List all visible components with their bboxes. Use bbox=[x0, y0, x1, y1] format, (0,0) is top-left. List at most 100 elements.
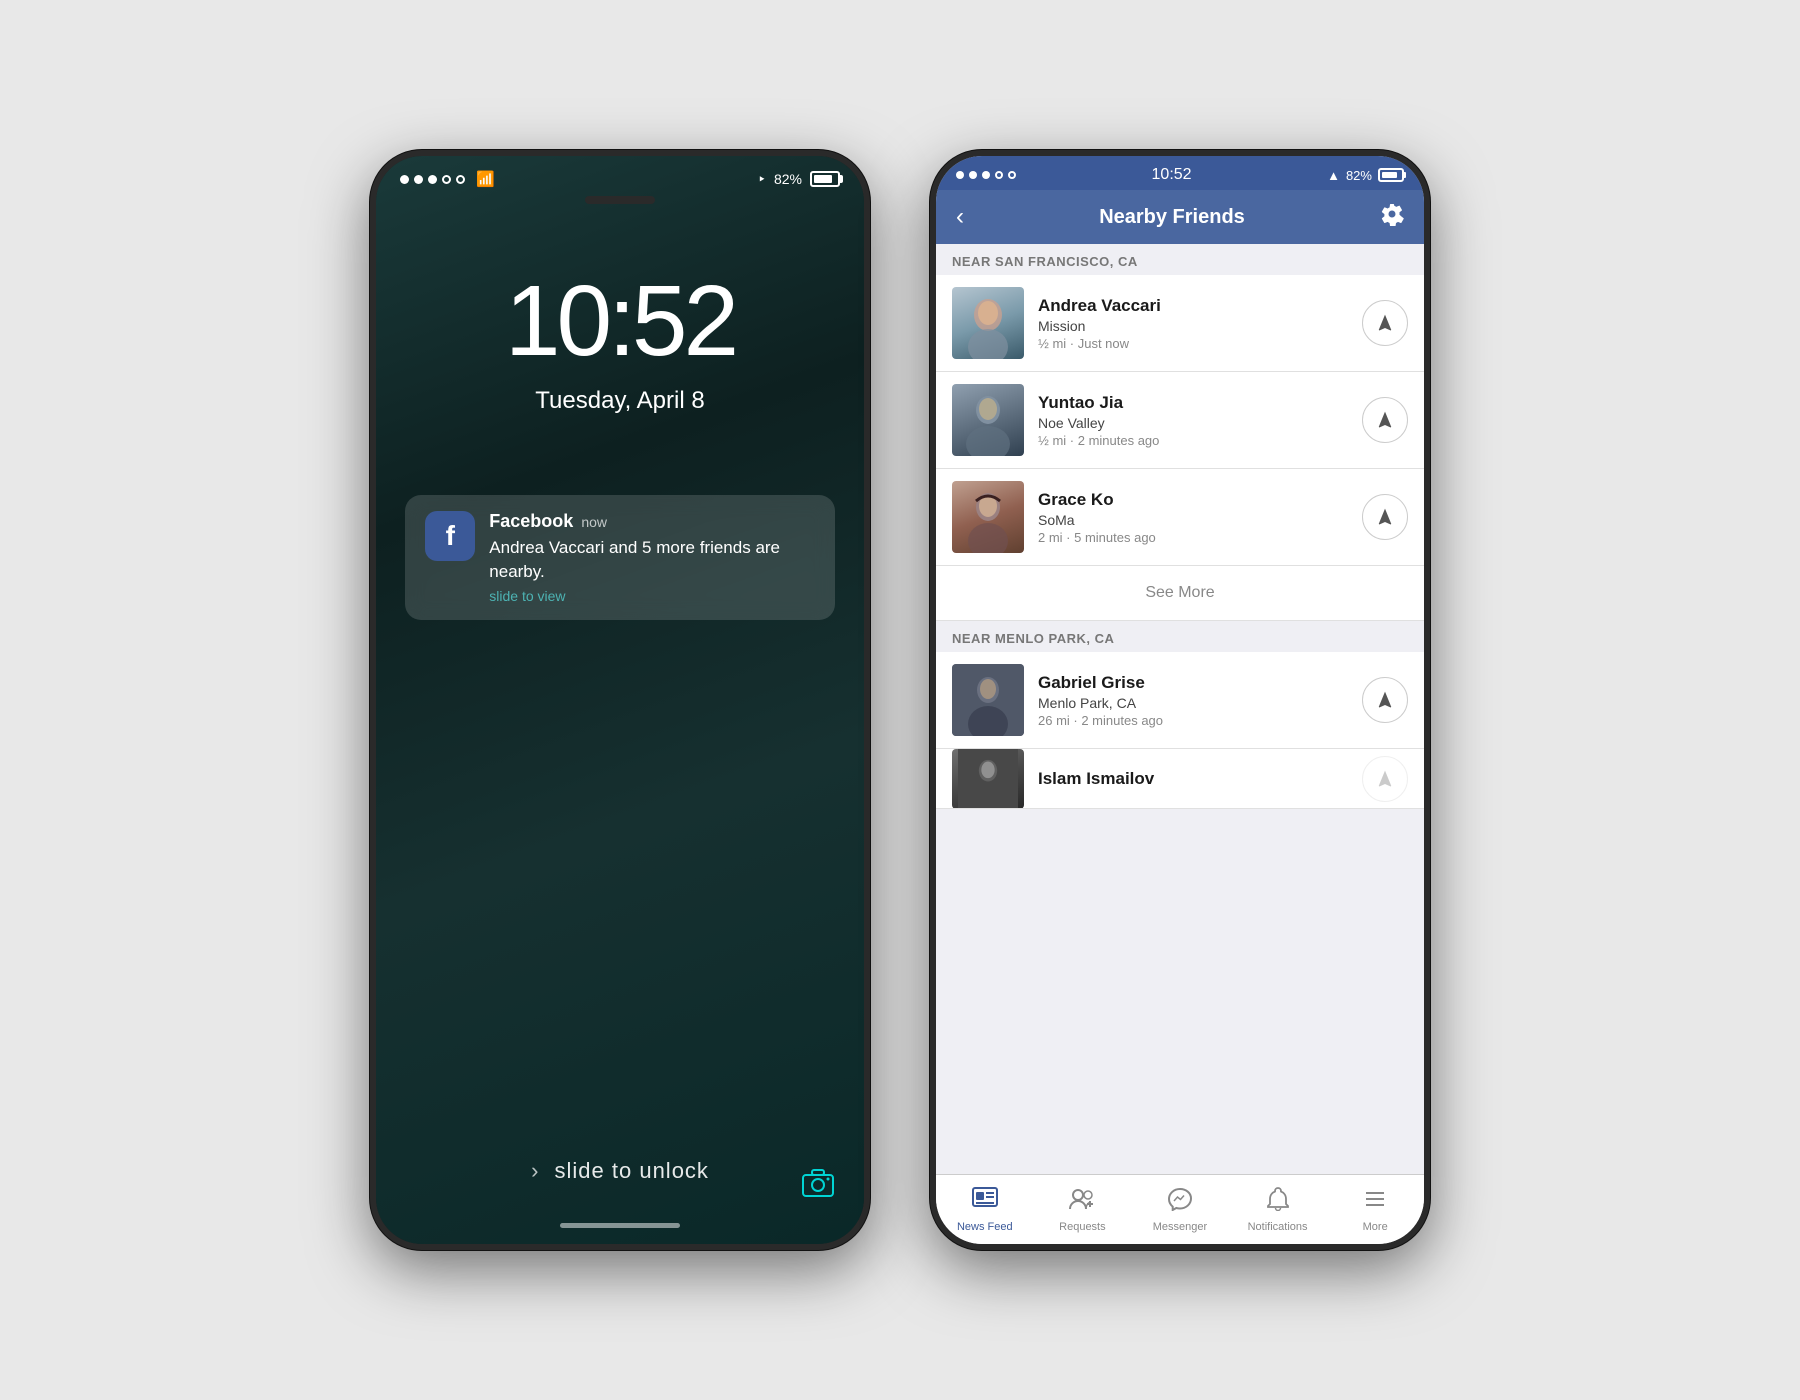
friend-name-grace: Grace Ko bbox=[1038, 490, 1348, 510]
friend-avatar-yuntao bbox=[952, 384, 1024, 456]
friend-name-yuntao: Yuntao Jia bbox=[1038, 393, 1348, 413]
app-battery-bar bbox=[1378, 168, 1404, 182]
navigate-button-gabriel[interactable] bbox=[1362, 677, 1408, 723]
tab-messenger[interactable]: Messenger bbox=[1131, 1175, 1229, 1244]
battery-fill bbox=[814, 175, 832, 183]
lock-right-status: ‣ 82% bbox=[758, 171, 840, 188]
friend-name-islam: Islam Ismailov bbox=[1038, 769, 1348, 789]
friend-info-andrea: Andrea Vaccari Mission ½ mi · Just now bbox=[1038, 296, 1348, 351]
app-dot-2 bbox=[969, 171, 977, 179]
tab-requests-label: Requests bbox=[1059, 1221, 1105, 1233]
back-button[interactable]: ‹ bbox=[956, 203, 964, 231]
signal-dot-4 bbox=[442, 175, 451, 184]
friend-avatar-andrea bbox=[952, 287, 1024, 359]
slide-to-unlock[interactable]: › slide to unlock bbox=[376, 1158, 864, 1184]
lock-status-bar: 📶 ‣ 82% bbox=[376, 156, 864, 196]
navbar: ‹ Nearby Friends bbox=[936, 190, 1424, 244]
app-dot-5 bbox=[1008, 171, 1016, 179]
facebook-f-letter: f bbox=[446, 520, 455, 552]
tab-requests[interactable]: Requests bbox=[1034, 1175, 1132, 1244]
friend-distance-grace: 2 mi · 5 minutes ago bbox=[1038, 530, 1348, 545]
signal-dot-5 bbox=[456, 175, 465, 184]
notification-body: Andrea Vaccari and 5 more friends are ne… bbox=[489, 536, 814, 584]
speaker-pill bbox=[585, 196, 655, 204]
app-battery-fill bbox=[1382, 172, 1397, 178]
tab-bar: News Feed Requests bbox=[936, 1174, 1424, 1244]
battery-percent: 82% bbox=[774, 171, 802, 187]
app-battery-percent: 82% bbox=[1346, 168, 1372, 183]
facebook-app-icon: f bbox=[425, 511, 475, 561]
app-signal-dots bbox=[956, 171, 1016, 179]
see-more-button[interactable]: See More bbox=[936, 566, 1424, 621]
friend-name-andrea: Andrea Vaccari bbox=[1038, 296, 1348, 316]
app-content: NEAR SAN FRANCISCO, CA Andrea Vaccari Mi… bbox=[936, 244, 1424, 1174]
app-dot-3 bbox=[982, 171, 990, 179]
newsfeed-icon bbox=[972, 1187, 998, 1218]
friend-avatar-islam bbox=[952, 749, 1024, 809]
friend-distance-yuntao: ½ mi · 2 minutes ago bbox=[1038, 433, 1348, 448]
friend-location-yuntao: Noe Valley bbox=[1038, 415, 1348, 431]
tab-notifications[interactable]: Notifications bbox=[1229, 1175, 1327, 1244]
friend-location-andrea: Mission bbox=[1038, 318, 1348, 334]
friend-info-islam: Islam Ismailov bbox=[1038, 769, 1348, 789]
lock-screen-phone: 📶 ‣ 82% 10:52 Tuesday, April 8 f Faceboo… bbox=[370, 150, 870, 1250]
friend-distance-gabriel: 26 mi · 2 minutes ago bbox=[1038, 713, 1348, 728]
app-status-right: ▲ 82% bbox=[1327, 168, 1404, 183]
friend-item-andrea[interactable]: Andrea Vaccari Mission ½ mi · Just now bbox=[936, 275, 1424, 372]
tab-newsfeed-label: News Feed bbox=[957, 1221, 1013, 1233]
app-screen: 10:52 ▲ 82% ‹ Nearby Friends NEAR SAN FR… bbox=[936, 156, 1424, 1244]
wifi-icon: 📶 bbox=[476, 170, 495, 188]
location-arrow-icon: ‣ bbox=[758, 171, 766, 188]
friend-info-grace: Grace Ko SoMa 2 mi · 5 minutes ago bbox=[1038, 490, 1348, 545]
notification-app-row: Facebook now bbox=[489, 511, 814, 532]
friend-avatar-gabriel bbox=[952, 664, 1024, 736]
tab-messenger-label: Messenger bbox=[1153, 1221, 1207, 1233]
more-icon bbox=[1363, 1187, 1387, 1218]
friend-item-grace[interactable]: Grace Ko SoMa 2 mi · 5 minutes ago bbox=[936, 469, 1424, 566]
app-location-icon: ▲ bbox=[1327, 168, 1340, 183]
navigate-button-islam[interactable] bbox=[1362, 756, 1408, 802]
tab-notifications-label: Notifications bbox=[1248, 1221, 1308, 1233]
tab-more-label: More bbox=[1363, 1221, 1388, 1233]
tab-more[interactable]: More bbox=[1326, 1175, 1424, 1244]
lock-date: Tuesday, April 8 bbox=[535, 387, 704, 415]
signal-dots: 📶 bbox=[400, 170, 495, 188]
app-dot-1 bbox=[956, 171, 964, 179]
facebook-notification[interactable]: f Facebook now Andrea Vaccari and 5 more… bbox=[405, 495, 834, 620]
friend-distance-andrea: ½ mi · Just now bbox=[1038, 336, 1348, 351]
notification-time: now bbox=[581, 514, 607, 530]
friend-info-yuntao: Yuntao Jia Noe Valley ½ mi · 2 minutes a… bbox=[1038, 393, 1348, 448]
settings-gear-icon[interactable] bbox=[1380, 202, 1404, 232]
lock-time: 10:52 bbox=[505, 264, 735, 379]
lock-screen: 📶 ‣ 82% 10:52 Tuesday, April 8 f Faceboo… bbox=[376, 156, 864, 1244]
signal-dot-3 bbox=[428, 175, 437, 184]
navigate-button-grace[interactable] bbox=[1362, 494, 1408, 540]
friend-item-gabriel[interactable]: Gabriel Grise Menlo Park, CA 26 mi · 2 m… bbox=[936, 652, 1424, 749]
requests-icon bbox=[1068, 1187, 1096, 1218]
app-status-time: 10:52 bbox=[1152, 166, 1192, 184]
app-screen-phone: 10:52 ▲ 82% ‹ Nearby Friends NEAR SAN FR… bbox=[930, 150, 1430, 1250]
messenger-icon bbox=[1167, 1187, 1193, 1218]
friend-item-islam[interactable]: Islam Ismailov bbox=[936, 749, 1424, 809]
friend-avatar-grace bbox=[952, 481, 1024, 553]
navigate-button-andrea[interactable] bbox=[1362, 300, 1408, 346]
app-status-bar: 10:52 ▲ 82% bbox=[936, 156, 1424, 190]
friend-location-gabriel: Menlo Park, CA bbox=[1038, 695, 1348, 711]
friend-location-grace: SoMa bbox=[1038, 512, 1348, 528]
camera-icon[interactable] bbox=[802, 1169, 834, 1204]
friend-info-gabriel: Gabriel Grise Menlo Park, CA 26 mi · 2 m… bbox=[1038, 673, 1348, 728]
slide-to-view[interactable]: slide to view bbox=[489, 588, 814, 604]
section-header-menlo: NEAR MENLO PARK, CA bbox=[936, 621, 1424, 652]
friend-name-gabriel: Gabriel Grise bbox=[1038, 673, 1348, 693]
tab-newsfeed[interactable]: News Feed bbox=[936, 1175, 1034, 1244]
slide-to-unlock-label: slide to unlock bbox=[555, 1158, 709, 1183]
friend-item-yuntao[interactable]: Yuntao Jia Noe Valley ½ mi · 2 minutes a… bbox=[936, 372, 1424, 469]
navigate-button-yuntao[interactable] bbox=[1362, 397, 1408, 443]
signal-dot-2 bbox=[414, 175, 423, 184]
notifications-icon bbox=[1267, 1187, 1289, 1218]
notification-text-block: Facebook now Andrea Vaccari and 5 more f… bbox=[489, 511, 814, 604]
signal-dot-1 bbox=[400, 175, 409, 184]
app-dot-4 bbox=[995, 171, 1003, 179]
home-indicator bbox=[560, 1223, 680, 1228]
section-header-sf: NEAR SAN FRANCISCO, CA bbox=[936, 244, 1424, 275]
